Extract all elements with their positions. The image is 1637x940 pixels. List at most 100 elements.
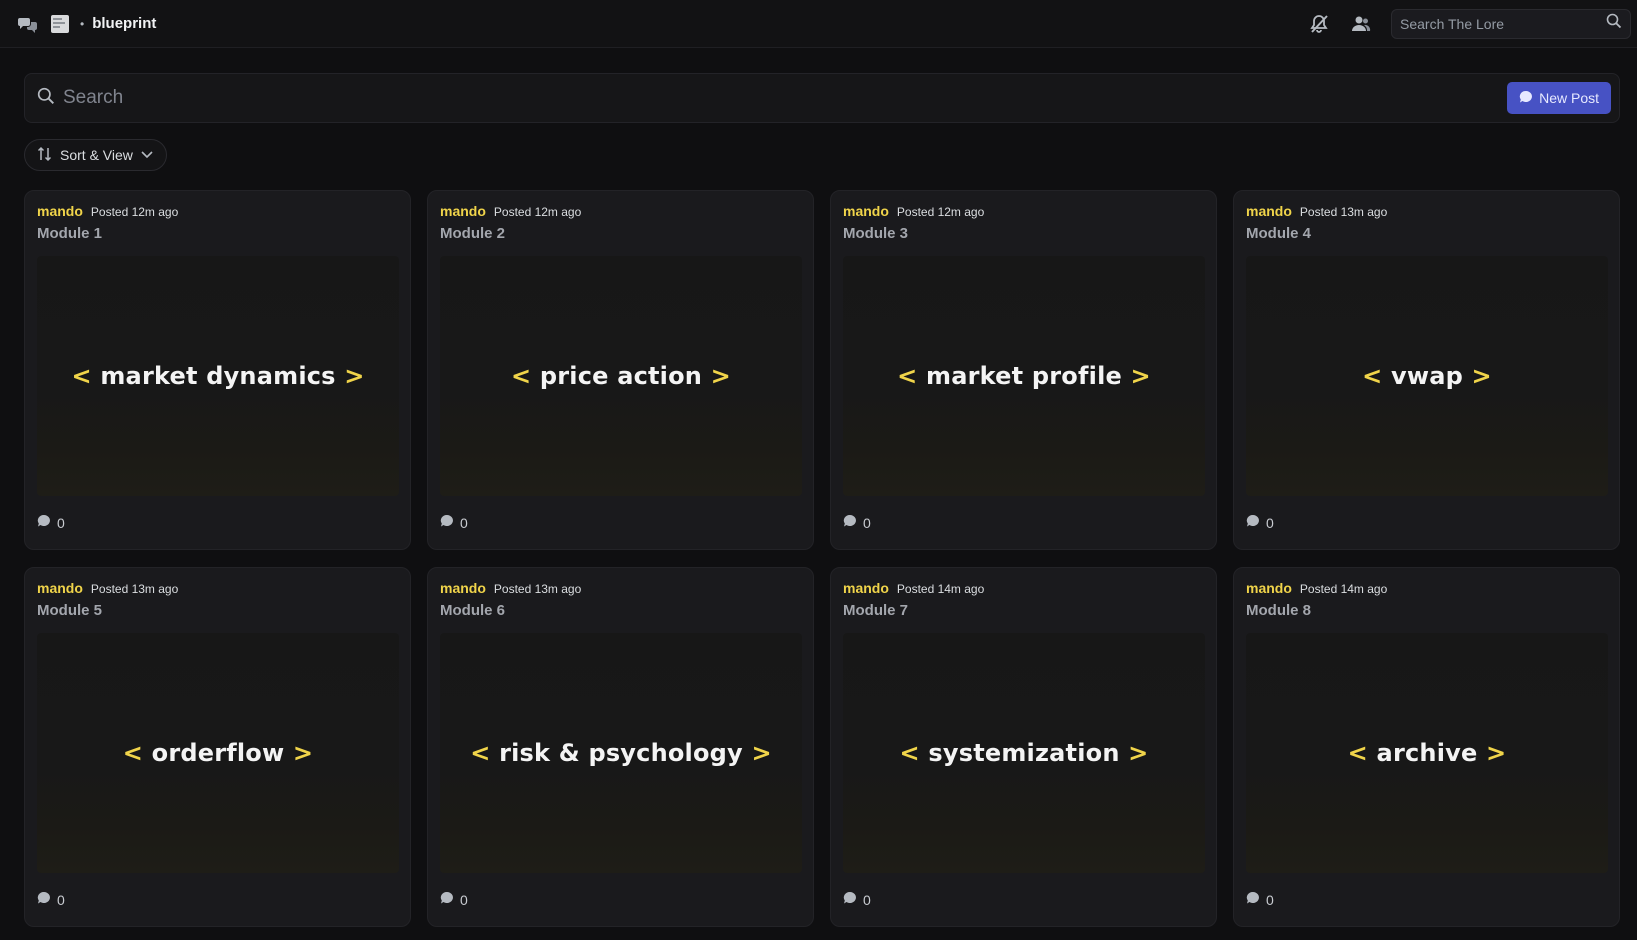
comment-count-value: 0 [57, 514, 65, 531]
post-author[interactable]: mando [1246, 203, 1292, 219]
post-thumbnail: < systemization > [843, 633, 1205, 873]
post-thumbnail: < archive > [1246, 633, 1608, 873]
thumbnail-text: < risk & psychology > [470, 739, 772, 767]
thumbnail-text: < orderflow > [122, 739, 314, 767]
sort-arrows-icon [37, 146, 53, 165]
comment-count: 0 [440, 891, 468, 908]
sort-view-label: Sort & View [60, 147, 133, 163]
post-author[interactable]: mando [1246, 580, 1292, 596]
comment-count: 0 [843, 514, 871, 531]
thumbnail-text: < vwap > [1362, 362, 1492, 390]
thumbnail-text: < systemization > [899, 739, 1149, 767]
chat-bubble-icon [37, 514, 51, 531]
channel-header: • blueprint [0, 12, 156, 36]
post-thumbnail: < vwap > [1246, 256, 1608, 496]
post-card[interactable]: mando Posted 13m ago Module 5 < orderflo… [24, 567, 411, 927]
comment-count-value: 0 [863, 514, 871, 531]
chat-bubble-icon [1246, 891, 1260, 908]
top-bar: • blueprint [0, 0, 1637, 48]
comment-count: 0 [440, 514, 468, 531]
forum-search-input[interactable] [63, 87, 1508, 109]
chat-bubble-icon [843, 891, 857, 908]
lore-search-box[interactable] [1391, 8, 1631, 39]
notification-off-icon[interactable] [1307, 12, 1331, 36]
channel-image-icon [48, 12, 72, 36]
post-card[interactable]: mando Posted 12m ago Module 1 < market d… [24, 190, 411, 550]
post-author[interactable]: mando [37, 203, 83, 219]
chat-bubble-icon [843, 514, 857, 531]
post-meta: mando Posted 13m ago [37, 580, 398, 598]
post-meta: mando Posted 14m ago [843, 580, 1204, 598]
post-meta: mando Posted 13m ago [1246, 203, 1607, 221]
comment-count: 0 [1246, 891, 1274, 908]
post-author[interactable]: mando [440, 580, 486, 596]
post-timestamp: Posted 13m ago [493, 582, 582, 596]
post-meta: mando Posted 12m ago [843, 203, 1204, 221]
post-timestamp: Posted 14m ago [896, 582, 985, 596]
post-card[interactable]: mando Posted 14m ago Module 8 < archive … [1233, 567, 1620, 927]
post-meta: mando Posted 14m ago [1246, 580, 1607, 598]
comment-count: 0 [37, 514, 65, 531]
post-thumbnail: < orderflow > [37, 633, 399, 873]
thumbnail-text: < market dynamics > [71, 362, 365, 390]
post-timestamp: Posted 12m ago [493, 205, 582, 219]
sort-view-button[interactable]: Sort & View [24, 139, 167, 171]
post-author[interactable]: mando [843, 203, 889, 219]
post-thumbnail: < market dynamics > [37, 256, 399, 496]
post-card[interactable]: mando Posted 13m ago Module 4 < vwap > 0 [1233, 190, 1620, 550]
thumbnail-text: < archive > [1347, 739, 1507, 767]
post-thumbnail: < risk & psychology > [440, 633, 802, 873]
thumbnail-text: < market profile > [897, 362, 1151, 390]
new-post-label: New Post [1539, 90, 1599, 106]
search-icon[interactable] [1606, 13, 1622, 34]
post-card[interactable]: mando Posted 13m ago Module 6 < risk & p… [427, 567, 814, 927]
chat-bubble-icon [1246, 514, 1260, 531]
comment-count: 0 [37, 891, 65, 908]
post-timestamp: Posted 14m ago [1299, 582, 1388, 596]
post-meta: mando Posted 13m ago [440, 580, 801, 598]
post-title: Module 1 [37, 225, 103, 242]
topbar-actions [1307, 8, 1637, 39]
comment-count-value: 0 [460, 514, 468, 531]
comment-count-value: 0 [460, 891, 468, 908]
comment-count-value: 0 [863, 891, 871, 908]
header-separator: • [80, 16, 85, 31]
post-thumbnail: < market profile > [843, 256, 1205, 496]
post-card[interactable]: mando Posted 14m ago Module 7 < systemiz… [830, 567, 1217, 927]
lore-search-input[interactable] [1400, 15, 1606, 32]
chat-bubble-icon [37, 891, 51, 908]
post-author[interactable]: mando [440, 203, 486, 219]
chat-bubble-icon [1519, 90, 1533, 107]
post-meta: mando Posted 12m ago [37, 203, 398, 221]
forum-search-bar: New Post [24, 73, 1620, 123]
channel-name: blueprint [92, 15, 157, 32]
comment-count-value: 0 [1266, 514, 1274, 531]
post-card[interactable]: mando Posted 12m ago Module 2 < price ac… [427, 190, 814, 550]
post-title: Module 4 [1246, 225, 1312, 242]
post-timestamp: Posted 13m ago [1299, 205, 1388, 219]
post-title: Module 7 [843, 602, 909, 619]
comment-count-value: 0 [57, 891, 65, 908]
forum-channel-icon [16, 12, 40, 36]
post-timestamp: Posted 12m ago [896, 205, 985, 219]
post-title: Module 6 [440, 602, 506, 619]
post-title: Module 2 [440, 225, 506, 242]
member-list-icon[interactable] [1349, 12, 1373, 36]
chevron-down-icon [140, 147, 154, 164]
comment-count: 0 [1246, 514, 1274, 531]
thumbnail-text: < price action > [511, 362, 731, 390]
post-meta: mando Posted 12m ago [440, 203, 801, 221]
post-timestamp: Posted 12m ago [90, 205, 179, 219]
post-author[interactable]: mando [843, 580, 889, 596]
chat-bubble-icon [440, 891, 454, 908]
comment-count: 0 [843, 891, 871, 908]
search-icon [37, 87, 55, 110]
post-card[interactable]: mando Posted 12m ago Module 3 < market p… [830, 190, 1217, 550]
post-author[interactable]: mando [37, 580, 83, 596]
chat-bubble-icon [440, 514, 454, 531]
post-grid: mando Posted 12m ago Module 1 < market d… [24, 190, 1620, 927]
post-thumbnail: < price action > [440, 256, 802, 496]
post-title: Module 8 [1246, 602, 1312, 619]
new-post-button[interactable]: New Post [1507, 82, 1611, 114]
post-timestamp: Posted 13m ago [90, 582, 179, 596]
